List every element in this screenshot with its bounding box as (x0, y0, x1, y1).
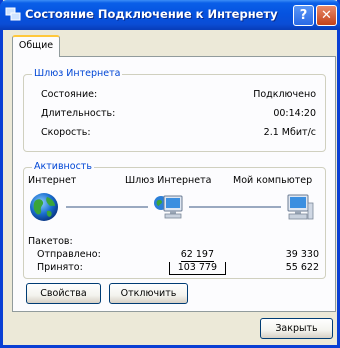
window-title: Состояние Подключение к Интернету (25, 7, 278, 21)
close-icon: ✕ (321, 8, 332, 23)
computer-node-label: Мой компьютер (233, 175, 313, 186)
gateway-sent-value: 62 197 (180, 249, 214, 262)
gateway-received-value: 103 779 (168, 262, 226, 275)
properties-button[interactable]: Свойства (26, 283, 101, 304)
link-line-left (66, 206, 148, 208)
received-label: Принято: (37, 262, 83, 273)
speed-value: 2.1 Мбит/с (263, 127, 316, 138)
gateway-group: Шлюз Интернета Состояние: Подключено Дли… (23, 68, 326, 152)
activity-group: Активность Интернет Шлюз Интернета Мой к… (23, 161, 326, 279)
activity-group-title: Активность (32, 161, 94, 172)
computer-icon (287, 194, 314, 220)
disconnect-button[interactable]: Отключить (109, 283, 188, 304)
duration-value: 00:14:20 (273, 108, 316, 119)
title-bar[interactable]: Состояние Подключение к Интернету ? ✕ (0, 0, 340, 30)
close-window-button[interactable]: ✕ (316, 5, 337, 26)
close-button[interactable]: Закрыть (260, 318, 333, 339)
tab-general[interactable]: Общие (12, 35, 60, 57)
help-button[interactable]: ? (293, 5, 314, 26)
network-connection-icon (5, 7, 21, 21)
status-label: Состояние: (41, 89, 98, 100)
gateway-computer-icon (154, 195, 183, 219)
packets-label: Пакетов: (28, 236, 73, 247)
internet-node-label: Интернет (28, 175, 77, 186)
status-value: Подключено (253, 89, 316, 100)
gateway-node-label: Шлюз Интернета (125, 175, 212, 186)
sent-label: Отправлено: (37, 249, 101, 260)
gateway-group-title: Шлюз Интернета (32, 68, 123, 79)
globe-icon (30, 193, 58, 221)
computer-received-value: 55 622 (285, 262, 319, 273)
link-line-right (189, 206, 281, 208)
computer-sent-value: 39 330 (285, 249, 319, 260)
speed-label: Скорость: (41, 127, 91, 138)
help-icon: ? (299, 8, 308, 23)
status-dialog: Состояние Подключение к Интернету ? ✕ Об… (0, 0, 340, 348)
tab-panel-general: Шлюз Интернета Состояние: Подключено Дли… (12, 56, 336, 312)
duration-label: Длительность: (41, 108, 116, 119)
